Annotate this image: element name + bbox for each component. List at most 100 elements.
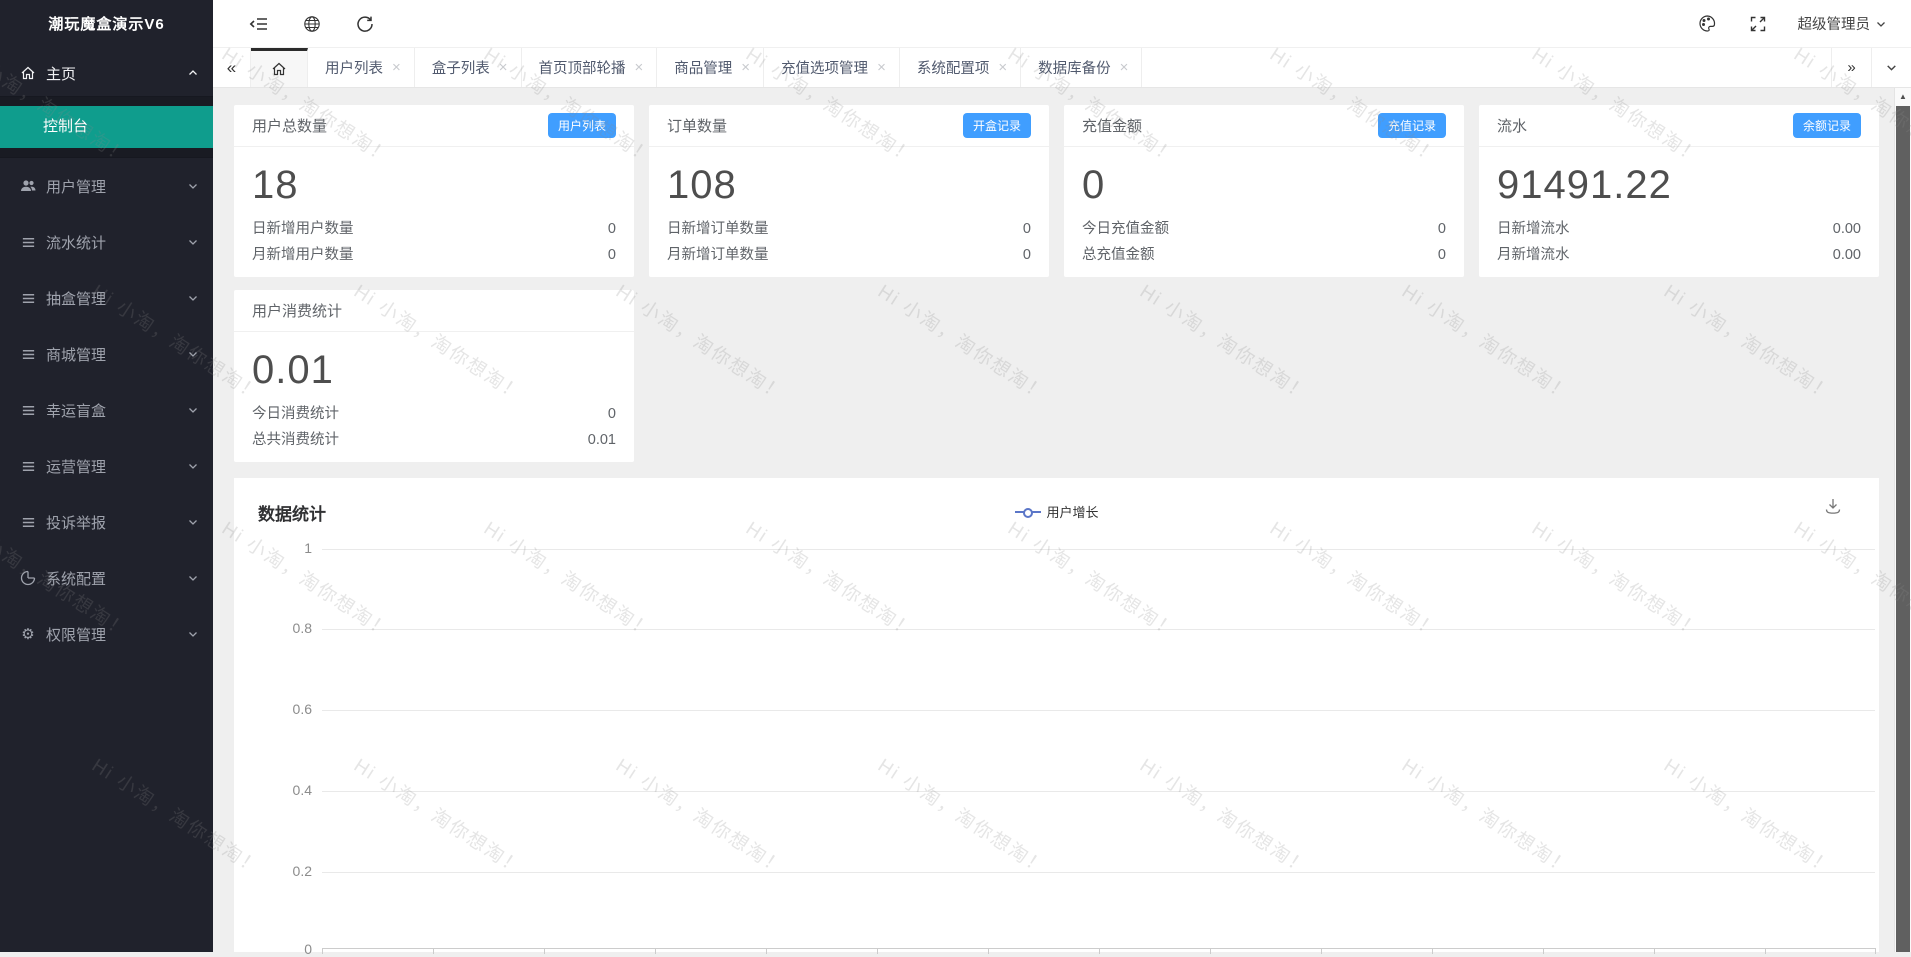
tab-product-mgmt[interactable]: 商品管理× xyxy=(657,48,764,87)
stat-card-flow: 流水 余额记录 91491.22 日新增流水0.00 月新增流水0.00 xyxy=(1479,105,1879,277)
close-icon[interactable]: × xyxy=(1120,60,1129,75)
card-value: 0.01 xyxy=(234,332,634,401)
legend-line-marker-icon xyxy=(1014,507,1040,517)
fullscreen-icon[interactable] xyxy=(1748,14,1768,34)
sidebar-item-lucky-box[interactable]: 幸运盲盒 xyxy=(0,382,213,438)
watermark-text: Hi 小淘，淘你想淘！ xyxy=(1135,277,1315,407)
y-axis-tick-label: 0.8 xyxy=(234,620,312,636)
data-stats-chart-card: 数据统计 用户增长 1 0.8 0.6 0.4 0.2 0 xyxy=(234,478,1879,952)
list-icon xyxy=(20,346,36,362)
gridline xyxy=(322,872,1875,873)
tab-box-list[interactable]: 盒子列表× xyxy=(415,48,522,87)
card-title: 用户消费统计 xyxy=(252,300,342,321)
badge-recharge-records[interactable]: 充值记录 xyxy=(1378,113,1446,138)
badge-user-list[interactable]: 用户列表 xyxy=(548,113,616,138)
watermark-text: Hi 小淘，淘你想淘！ xyxy=(873,277,1053,407)
watermark-text: Hi 小淘，淘你想淘！ xyxy=(1397,277,1577,407)
close-icon[interactable]: × xyxy=(877,60,886,75)
card-value: 91491.22 xyxy=(1479,147,1879,216)
sidebar-item-operations[interactable]: 运营管理 xyxy=(0,438,213,494)
list-icon xyxy=(20,234,36,250)
theme-palette-icon[interactable] xyxy=(1698,14,1718,34)
sidebar: 潮玩魔盒演示V6 主页 控制台 用户管理 流水统计 抽盒管 xyxy=(0,0,213,952)
close-icon[interactable]: × xyxy=(499,60,508,75)
close-icon[interactable]: × xyxy=(741,60,750,75)
chevron-down-icon xyxy=(187,460,199,472)
pie-chart-icon xyxy=(20,570,36,586)
tab-home[interactable] xyxy=(251,48,308,87)
tab-recharge-options[interactable]: 充值选项管理× xyxy=(764,48,900,87)
vertical-scrollbar[interactable]: ▲ xyxy=(1894,88,1911,952)
legend-item-user-growth[interactable]: 用户增长 xyxy=(1014,502,1098,521)
chevron-down-icon xyxy=(187,628,199,640)
y-axis-tick-label: 1 xyxy=(234,540,312,556)
tab-bar: « 用户列表× 盒子列表× 首页顶部轮播× 商品管理× 充值选项管理× 系统配置… xyxy=(213,48,1911,88)
card-value: 18 xyxy=(234,147,634,216)
close-icon[interactable]: × xyxy=(635,60,644,75)
users-icon xyxy=(20,178,36,194)
chevron-down-icon xyxy=(1885,61,1898,74)
sidebar-item-mall-mgmt[interactable]: 商城管理 xyxy=(0,326,213,382)
chevron-down-icon xyxy=(187,404,199,416)
tab-home-carousel[interactable]: 首页顶部轮播× xyxy=(522,48,658,87)
card-title: 用户总数量 xyxy=(252,115,327,136)
badge-balance-records[interactable]: 余额记录 xyxy=(1793,113,1861,138)
close-icon[interactable]: × xyxy=(392,60,401,75)
chevron-up-icon xyxy=(187,67,199,79)
close-icon[interactable]: × xyxy=(998,60,1007,75)
card-title: 流水 xyxy=(1497,115,1527,136)
list-icon xyxy=(20,290,36,306)
y-axis-tick-label: 0.4 xyxy=(234,782,312,798)
tabs-scroll-left-button[interactable]: « xyxy=(213,48,251,87)
badge-open-box-records[interactable]: 开盒记录 xyxy=(963,113,1031,138)
chevron-down-icon xyxy=(187,236,199,248)
tab-user-list[interactable]: 用户列表× xyxy=(308,48,415,87)
gridline xyxy=(322,629,1875,630)
sidebar-item-box-mgmt[interactable]: 抽盒管理 xyxy=(0,270,213,326)
tabs-scroll-right-button[interactable]: » xyxy=(1831,48,1871,87)
gridline xyxy=(322,710,1875,711)
sidebar-item-permissions[interactable]: ⚙ 权限管理 xyxy=(0,606,213,662)
chevron-down-icon xyxy=(187,572,199,584)
chevron-down-icon xyxy=(187,516,199,528)
gridline xyxy=(322,791,1875,792)
chevron-down-icon xyxy=(187,292,199,304)
language-globe-icon[interactable] xyxy=(302,14,322,34)
stat-card-orders: 订单数量 开盒记录 108 日新增订单数量0 月新增订单数量0 xyxy=(649,105,1049,277)
home-icon xyxy=(271,61,287,77)
tabs-menu-button[interactable] xyxy=(1871,48,1911,87)
sidebar-item-complaints[interactable]: 投诉举报 xyxy=(0,494,213,550)
chevron-down-icon xyxy=(187,348,199,360)
chevron-down-icon xyxy=(187,180,199,192)
sidebar-item-system-config[interactable]: 系统配置 xyxy=(0,550,213,606)
list-icon xyxy=(20,458,36,474)
scrollbar-thumb[interactable] xyxy=(1896,106,1910,952)
list-icon xyxy=(20,514,36,530)
sidebar-item-home[interactable]: 主页 xyxy=(0,50,213,96)
card-title: 充值金额 xyxy=(1082,115,1142,136)
card-value: 108 xyxy=(649,147,1049,216)
sidebar-item-user-mgmt[interactable]: 用户管理 xyxy=(0,158,213,214)
tab-system-config-items[interactable]: 系统配置项× xyxy=(900,48,1021,87)
sidebar-collapse-icon[interactable] xyxy=(249,14,269,34)
scroll-up-arrow-icon[interactable]: ▲ xyxy=(1895,88,1911,104)
y-axis-tick-label: 0 xyxy=(234,941,312,957)
home-icon xyxy=(20,65,36,81)
consume-stats-card: 用户消费统计 0.01 今日消费统计0 总共消费统计0.01 xyxy=(234,290,634,462)
refresh-icon[interactable] xyxy=(355,14,375,34)
sidebar-item-console[interactable]: 控制台 xyxy=(0,106,213,148)
gear-icon: ⚙ xyxy=(20,626,36,642)
y-axis-tick-label: 0.2 xyxy=(234,863,312,879)
watermark-text: Hi 小淘，淘你想淘！ xyxy=(611,277,791,407)
download-chart-icon[interactable] xyxy=(1823,496,1843,521)
tab-db-backup[interactable]: 数据库备份× xyxy=(1021,48,1142,87)
top-header: 超级管理员 xyxy=(213,0,1911,48)
user-menu[interactable]: 超级管理员 xyxy=(1798,13,1888,34)
stat-card-users: 用户总数量 用户列表 18 日新增用户数量0 月新增用户数量0 xyxy=(234,105,634,277)
stat-card-recharge: 充值金额 充值记录 0 今日充值金额0 总充值金额0 xyxy=(1064,105,1464,277)
app-title: 潮玩魔盒演示V6 xyxy=(0,0,213,50)
chevron-down-icon xyxy=(1875,18,1887,30)
sidebar-item-flow-stats[interactable]: 流水统计 xyxy=(0,214,213,270)
card-value: 0 xyxy=(1064,147,1464,216)
gridline xyxy=(322,549,1875,550)
